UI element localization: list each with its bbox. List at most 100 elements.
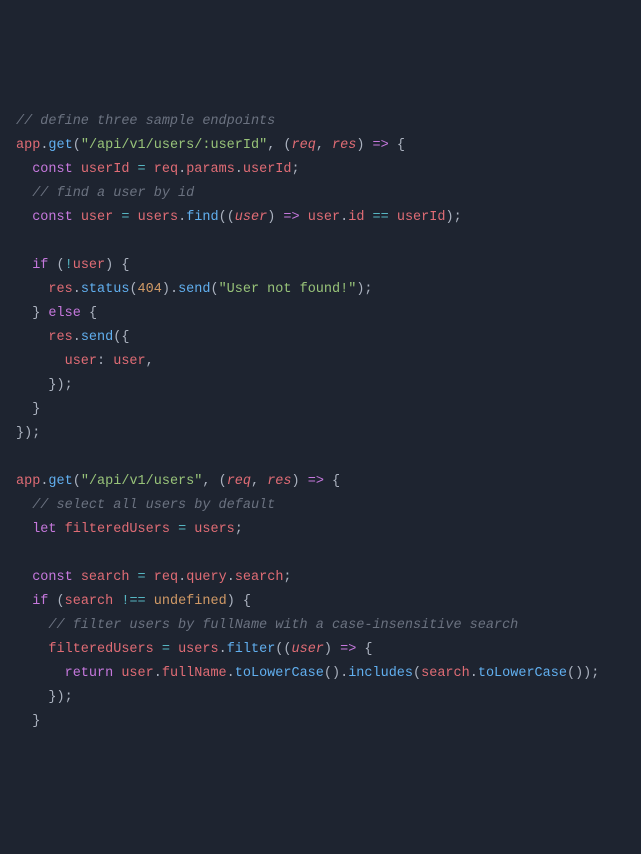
param: res bbox=[267, 474, 291, 489]
punct: }); bbox=[48, 378, 72, 393]
keyword: if bbox=[32, 594, 48, 609]
punct: ) { bbox=[227, 594, 251, 609]
comment-line: // find a user by id bbox=[32, 186, 194, 201]
punct: { bbox=[389, 138, 405, 153]
keyword: let bbox=[32, 522, 56, 537]
method: toLowerCase bbox=[478, 666, 567, 681]
string: "User not found!" bbox=[219, 282, 357, 297]
punct: ). bbox=[162, 282, 178, 297]
operator: = bbox=[178, 522, 186, 537]
punct: ( bbox=[210, 282, 218, 297]
punct: ; bbox=[283, 570, 291, 585]
punct: . bbox=[178, 162, 186, 177]
punct: : bbox=[97, 354, 113, 369]
punct: }); bbox=[16, 426, 40, 441]
punct: , bbox=[251, 474, 267, 489]
object-key: user bbox=[65, 354, 97, 369]
punct: }); bbox=[48, 690, 72, 705]
identifier: userId bbox=[81, 162, 130, 177]
identifier: res bbox=[48, 282, 72, 297]
identifier: user bbox=[113, 354, 145, 369]
punct: ( bbox=[73, 474, 81, 489]
identifier: user bbox=[121, 666, 153, 681]
punct: ( bbox=[73, 138, 81, 153]
punct: . bbox=[227, 666, 235, 681]
method: send bbox=[81, 330, 113, 345]
punct: } bbox=[32, 306, 40, 321]
identifier: search bbox=[81, 570, 130, 585]
punct: ( bbox=[57, 258, 65, 273]
punct: ) bbox=[356, 138, 372, 153]
punct: , ( bbox=[202, 474, 226, 489]
property: id bbox=[348, 210, 364, 225]
punct: ); bbox=[356, 282, 372, 297]
method: toLowerCase bbox=[235, 666, 324, 681]
code-editor[interactable]: // define three sample endpoints app. get… bbox=[16, 110, 625, 734]
punct: , bbox=[316, 138, 332, 153]
identifier: req bbox=[154, 570, 178, 585]
comment-line: // select all users by default bbox=[32, 498, 275, 513]
punct: (( bbox=[219, 210, 235, 225]
property: fullName bbox=[162, 666, 227, 681]
punct: , ( bbox=[267, 138, 291, 153]
punct: , bbox=[146, 354, 154, 369]
punct: ); bbox=[445, 210, 461, 225]
keyword: return bbox=[65, 666, 114, 681]
method: get bbox=[48, 138, 72, 153]
comment-line: // define three sample endpoints bbox=[16, 114, 275, 129]
identifier: app bbox=[16, 138, 40, 153]
identifier: req bbox=[154, 162, 178, 177]
identifier: app bbox=[16, 474, 40, 489]
punct: { bbox=[89, 306, 97, 321]
punct: . bbox=[154, 666, 162, 681]
keyword-value: undefined bbox=[154, 594, 227, 609]
punct: ( bbox=[57, 594, 65, 609]
punct: . bbox=[73, 282, 81, 297]
punct: ( bbox=[129, 282, 137, 297]
method: find bbox=[186, 210, 218, 225]
identifier: userId bbox=[397, 210, 446, 225]
punct: ) bbox=[267, 210, 283, 225]
keyword: const bbox=[32, 162, 73, 177]
string: "/api/v1/users/:userId" bbox=[81, 138, 267, 153]
operator: = bbox=[121, 210, 129, 225]
operator: = bbox=[138, 570, 146, 585]
punct: ({ bbox=[113, 330, 129, 345]
keyword: const bbox=[32, 570, 73, 585]
property: search bbox=[235, 570, 284, 585]
punct: . bbox=[178, 210, 186, 225]
method: status bbox=[81, 282, 130, 297]
method: send bbox=[178, 282, 210, 297]
punct: ) bbox=[292, 474, 308, 489]
number: 404 bbox=[138, 282, 162, 297]
punct: ( bbox=[413, 666, 421, 681]
method: includes bbox=[348, 666, 413, 681]
punct: ; bbox=[292, 162, 300, 177]
param: user bbox=[235, 210, 267, 225]
punct: } bbox=[32, 714, 40, 729]
property: params bbox=[186, 162, 235, 177]
comment-line: // filter users by fullName with a case-… bbox=[48, 618, 518, 633]
arrow: => bbox=[373, 138, 389, 153]
param: req bbox=[292, 138, 316, 153]
identifier: search bbox=[421, 666, 470, 681]
punct: { bbox=[324, 474, 340, 489]
identifier: users bbox=[194, 522, 235, 537]
string: "/api/v1/users" bbox=[81, 474, 203, 489]
identifier: user bbox=[81, 210, 113, 225]
punct: . bbox=[73, 330, 81, 345]
punct: . bbox=[470, 666, 478, 681]
identifier: user bbox=[308, 210, 340, 225]
identifier: res bbox=[48, 330, 72, 345]
property: query bbox=[186, 570, 227, 585]
punct: . bbox=[235, 162, 243, 177]
operator: !== bbox=[121, 594, 145, 609]
punct: (). bbox=[324, 666, 348, 681]
param: req bbox=[227, 474, 251, 489]
arrow: => bbox=[308, 474, 324, 489]
identifier: search bbox=[65, 594, 114, 609]
punct: } bbox=[32, 402, 40, 417]
punct: ) { bbox=[105, 258, 129, 273]
punct: . bbox=[227, 570, 235, 585]
arrow: => bbox=[283, 210, 299, 225]
